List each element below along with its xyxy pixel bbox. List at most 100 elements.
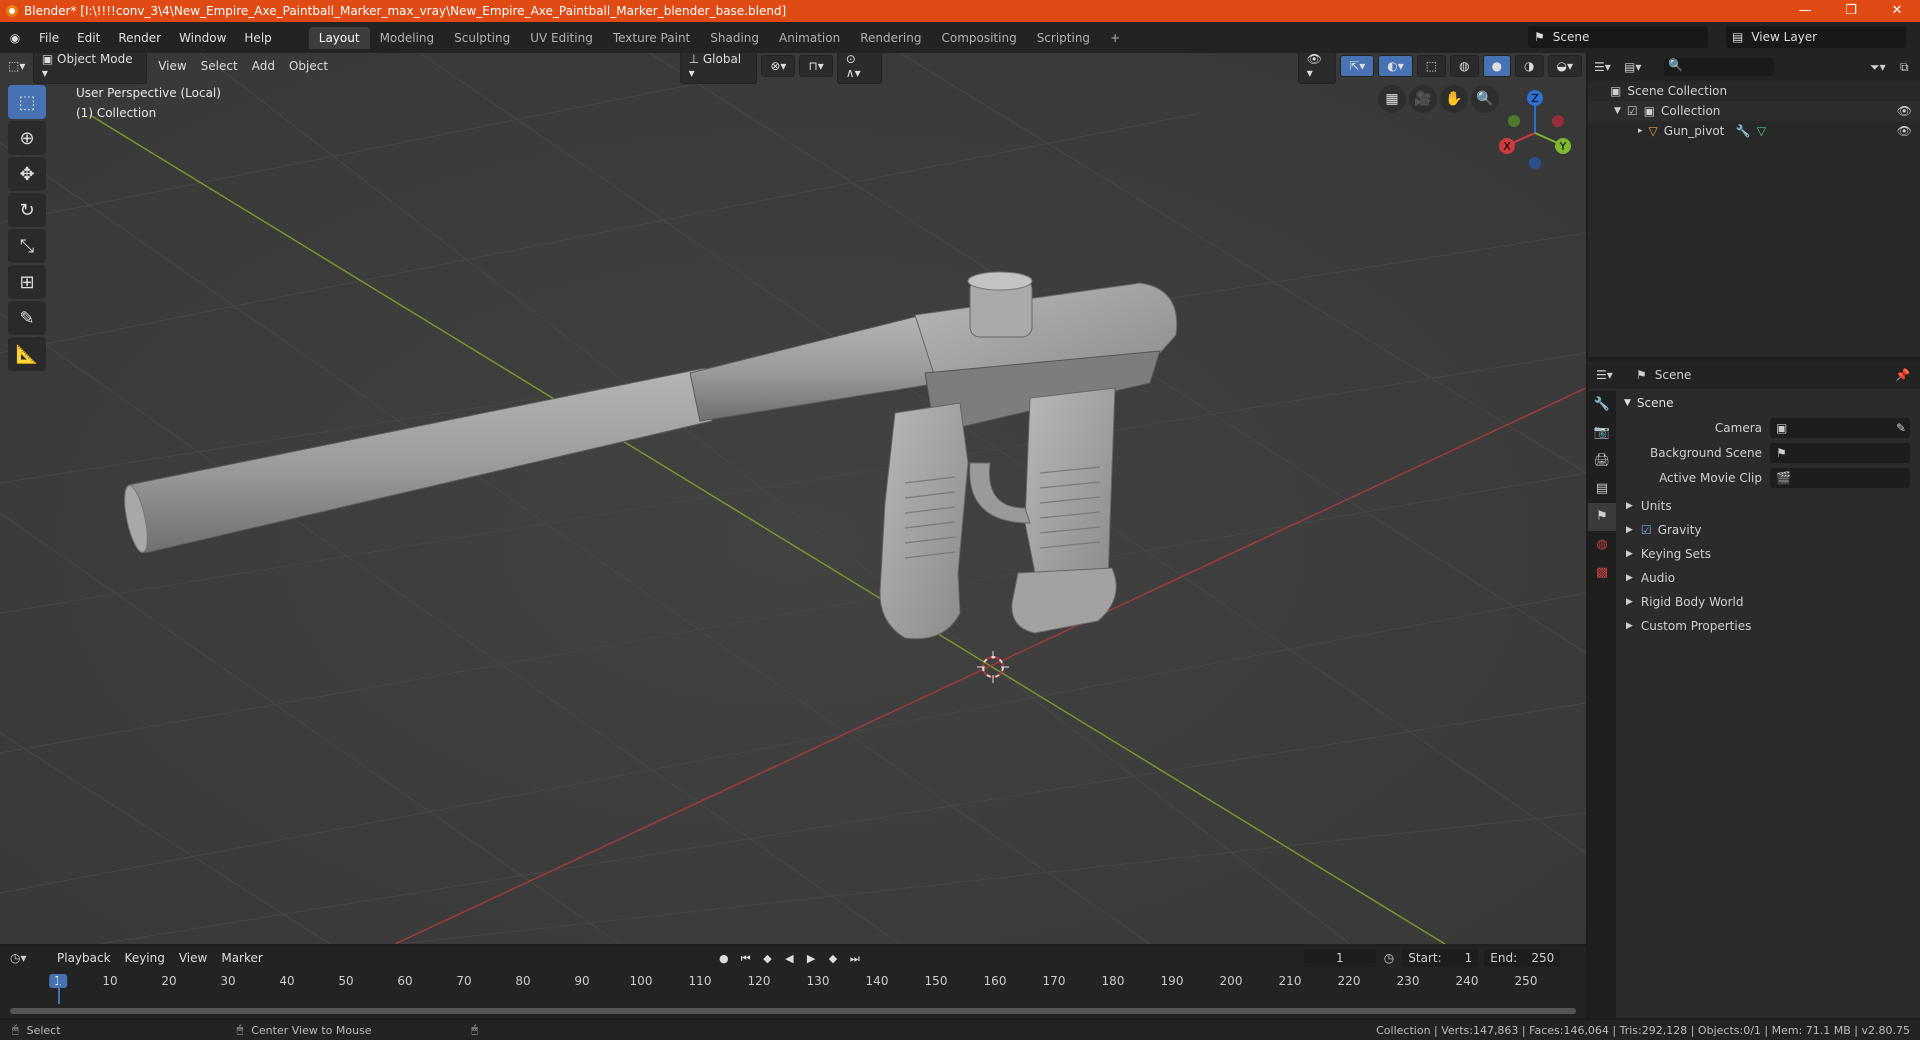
shading-wireframe-icon[interactable]: ◍ — [1450, 55, 1479, 77]
outliner-search-input[interactable]: 🔍 — [1664, 58, 1774, 76]
outliner-row-collection[interactable]: ▼ ☑ ▣ Collection 👁 — [1588, 101, 1920, 121]
timeline-editor-icon[interactable]: ◷▾ — [10, 951, 50, 965]
play-icon[interactable]: ▶ — [802, 952, 820, 965]
visibility-icon[interactable]: 👁▾ — [1297, 53, 1337, 84]
properties-editor-icon[interactable]: ☰▾ — [1596, 368, 1636, 382]
menu-window[interactable]: Window — [170, 31, 235, 45]
expand-icon[interactable]: ▼ — [1614, 106, 1621, 116]
proportional-edit-icon[interactable]: ⊙ ∧▾ — [836, 53, 883, 84]
overlays-toggle-icon[interactable]: ◐▾ — [1378, 55, 1413, 77]
view-layer-tab-icon[interactable]: ▤ — [1588, 475, 1616, 503]
tool-tab-icon[interactable]: 🔧 — [1588, 391, 1616, 419]
section-rigid-body-world[interactable]: ▶ Rigid Body World — [1620, 590, 1916, 614]
navigation-gizmo[interactable]: Z X Y — [1490, 83, 1580, 173]
tab-texture-paint[interactable]: Texture Paint — [603, 27, 700, 49]
shading-rendered-icon[interactable]: ◒▾ — [1547, 55, 1583, 77]
transform-orientation-dropdown[interactable]: ⊥ Global ▾ — [679, 53, 758, 84]
expand-icon[interactable]: ▸ — [1638, 126, 1643, 136]
tab-uv-editing[interactable]: UV Editing — [520, 27, 603, 49]
menu-render[interactable]: Render — [109, 31, 170, 45]
viewport-menu-select[interactable]: Select — [194, 59, 245, 73]
transform-icon[interactable]: ⊞ — [8, 265, 46, 299]
section-keying-sets[interactable]: ▶ Keying Sets — [1620, 542, 1916, 566]
menu-file[interactable]: File — [30, 31, 68, 45]
section-units[interactable]: ▶ Units — [1620, 494, 1916, 518]
minimize-button[interactable]: — — [1782, 0, 1828, 22]
tab-animation[interactable]: Animation — [769, 27, 850, 49]
snap-icon[interactable]: ⊓▾ — [799, 55, 833, 77]
panel-scene-header[interactable]: ▼ Scene — [1620, 391, 1916, 415]
tab-compositing[interactable]: Compositing — [931, 27, 1026, 49]
end-frame-field[interactable]: End: 250 — [1484, 949, 1561, 967]
tab-rendering[interactable]: Rendering — [850, 27, 931, 49]
zoom-icon[interactable]: 🔍 — [1471, 85, 1499, 113]
xray-toggle-icon[interactable]: ⬚ — [1416, 55, 1447, 77]
jump-end-icon[interactable]: ⏭ — [846, 952, 864, 966]
cursor-icon[interactable]: ⊕ — [8, 121, 46, 155]
eye-icon[interactable]: 👁 — [1897, 124, 1912, 138]
menu-help[interactable]: Help — [235, 31, 280, 45]
new-collection-icon[interactable]: ⧉ — [1900, 60, 1920, 75]
pin-icon[interactable]: 📌 — [1895, 368, 1910, 382]
tab-layout[interactable]: Layout — [308, 26, 370, 49]
next-keyframe-icon[interactable]: ◆ — [824, 952, 842, 965]
texture-tab-icon[interactable]: ▩ — [1588, 559, 1616, 587]
viewport-menu-object[interactable]: Object — [282, 59, 335, 73]
gravity-checkbox[interactable]: ☑ — [1641, 523, 1652, 537]
checkbox-icon[interactable]: ☑ — [1627, 104, 1638, 118]
grid-view-icon[interactable]: ▦ — [1378, 85, 1406, 113]
start-frame-field[interactable]: Start: 1 — [1402, 949, 1479, 967]
render-tab-icon[interactable]: 📷 — [1588, 419, 1616, 447]
eyedropper-icon[interactable]: ✎ — [1896, 421, 1906, 435]
timeline-scrollbar[interactable] — [10, 1008, 1576, 1014]
outliner-editor-icon[interactable]: ☰▾ — [1594, 60, 1624, 74]
add-workspace-button[interactable]: + — [1100, 27, 1130, 49]
section-audio[interactable]: ▶ Audio — [1620, 566, 1916, 590]
tab-sculpting[interactable]: Sculpting — [444, 27, 520, 49]
playhead[interactable] — [58, 974, 60, 1004]
jump-start-icon[interactable]: ⏮ — [737, 952, 755, 966]
close-button[interactable]: ✕ — [1874, 0, 1920, 22]
camera-field[interactable]: ▣ ✎ — [1770, 417, 1910, 438]
gizmo-neg-y-icon[interactable] — [1508, 115, 1520, 127]
section-gravity[interactable]: ▶ ☑ Gravity — [1620, 518, 1916, 542]
view-layer-selector[interactable]: ▤ View Layer — [1726, 26, 1906, 48]
rotate-icon[interactable]: ↻ — [8, 193, 46, 227]
tab-scripting[interactable]: Scripting — [1027, 27, 1100, 49]
timeline-menu-playback[interactable]: Playback — [50, 951, 118, 965]
section-custom-properties[interactable]: ▶ Custom Properties — [1620, 614, 1916, 638]
shading-material-icon[interactable]: ◑ — [1515, 55, 1544, 77]
frame-ruler[interactable]: 1102030405060708090100110120130140150160… — [0, 970, 1586, 1018]
scene-tab-icon[interactable]: ⚑ — [1588, 503, 1616, 531]
camera-view-icon[interactable]: 🎥 — [1409, 85, 1437, 113]
timeline-menu-marker[interactable]: Marker — [214, 951, 269, 965]
menu-edit[interactable]: Edit — [68, 31, 109, 45]
tab-modeling[interactable]: Modeling — [370, 27, 445, 49]
record-icon[interactable]: ● — [715, 952, 733, 965]
clock-icon[interactable]: ◷ — [1384, 951, 1394, 965]
gizmo-neg-z-icon[interactable] — [1529, 157, 1541, 169]
editor-type-icon[interactable]: ⬚▾ — [8, 59, 33, 73]
eye-icon[interactable]: 👁 — [1897, 104, 1912, 118]
shading-solid-icon[interactable]: ● — [1482, 55, 1512, 77]
play-reverse-icon[interactable]: ◀ — [780, 952, 798, 965]
gizmo-toggle-icon[interactable]: ⇱▾ — [1340, 55, 1375, 77]
select-box-icon[interactable]: ⬚ — [8, 85, 46, 119]
filter-icon[interactable]: ⏷▾ — [1870, 60, 1900, 75]
pan-hand-icon[interactable]: ✋ — [1440, 85, 1468, 113]
maximize-button[interactable]: ❐ — [1828, 0, 1874, 22]
outliner-row-scene-collection[interactable]: ▣ Scene Collection — [1588, 81, 1920, 101]
output-tab-icon[interactable]: 🖨 — [1588, 447, 1616, 475]
annotate-icon[interactable]: ✎ — [8, 301, 46, 335]
scale-icon[interactable]: ⤡ — [8, 229, 46, 263]
viewport-menu-view[interactable]: View — [151, 59, 193, 73]
timeline-menu-keying[interactable]: Keying — [118, 951, 172, 965]
pivot-point-icon[interactable]: ⊗▾ — [761, 55, 796, 77]
timeline-menu-view[interactable]: View — [172, 951, 214, 965]
movie-clip-field[interactable]: 🎬 — [1770, 467, 1910, 488]
background-scene-field[interactable]: ⚑ — [1770, 442, 1910, 463]
viewport-menu-add[interactable]: Add — [245, 59, 282, 73]
measure-icon[interactable]: 📐 — [8, 337, 46, 371]
blender-menu-icon[interactable]: ◉ — [0, 31, 30, 45]
current-frame-field[interactable]: 1 — [1303, 949, 1376, 967]
